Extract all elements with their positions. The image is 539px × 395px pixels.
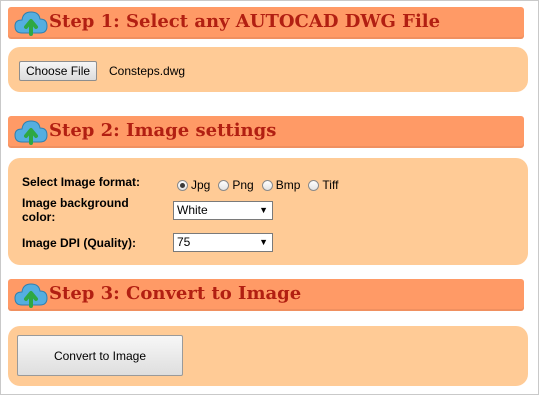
convert-to-image-button[interactable]: Convert to Image [17, 335, 183, 376]
background-color-label: Image background color: [22, 196, 129, 224]
dpi-value: 75 [177, 235, 191, 249]
background-color-value: White [177, 203, 208, 217]
step2-header: Step 2: Image settings [8, 116, 524, 148]
format-radio-tiff[interactable]: Tiff [308, 178, 338, 192]
format-radio-label: Jpg [191, 178, 211, 192]
format-radio-jpg[interactable]: Jpg [177, 178, 210, 192]
selected-file-name: Consteps.dwg [109, 64, 186, 78]
step3-panel: Convert to Image [8, 326, 528, 386]
format-radio-bmp[interactable]: Bmp [261, 178, 301, 192]
choose-file-button[interactable]: Choose File [19, 61, 98, 81]
radio-icon[interactable] [261, 179, 273, 191]
cloud-upload-icon [14, 11, 48, 36]
step1-header: Step 1: Select any AUTOCAD DWG File [8, 7, 524, 39]
format-radio-label: Tiff [322, 178, 339, 192]
step1-panel: Choose File Consteps.dwg [8, 47, 528, 92]
step1-title: Step 1: Select any AUTOCAD DWG File [49, 11, 441, 32]
cloud-upload-icon [14, 283, 48, 308]
dropdown-arrow-icon: ▼ [259, 205, 268, 215]
step2-title: Step 2: Image settings [49, 120, 277, 141]
radio-icon[interactable] [218, 179, 230, 191]
image-format-radio-group: Jpg Png Bmp Tiff [177, 177, 346, 193]
radio-icon[interactable] [177, 179, 188, 191]
format-radio-label: Bmp [275, 178, 301, 192]
image-format-label: Select Image format: [22, 175, 141, 189]
background-color-select[interactable]: White ▼ [173, 201, 273, 220]
format-radio-label: Png [232, 178, 254, 192]
dpi-select[interactable]: 75 ▼ [173, 233, 273, 252]
cloud-upload-icon [14, 120, 48, 145]
dropdown-arrow-icon: ▼ [259, 237, 268, 247]
step2-panel: Select Image format: Jpg Png Bmp Tiff Im… [8, 158, 528, 265]
format-radio-png[interactable]: Png [218, 178, 254, 192]
step3-title: Step 3: Convert to Image [49, 283, 302, 304]
dpi-label: Image DPI (Quality): [22, 236, 137, 250]
step3-header: Step 3: Convert to Image [8, 279, 524, 311]
radio-icon[interactable] [308, 179, 320, 191]
